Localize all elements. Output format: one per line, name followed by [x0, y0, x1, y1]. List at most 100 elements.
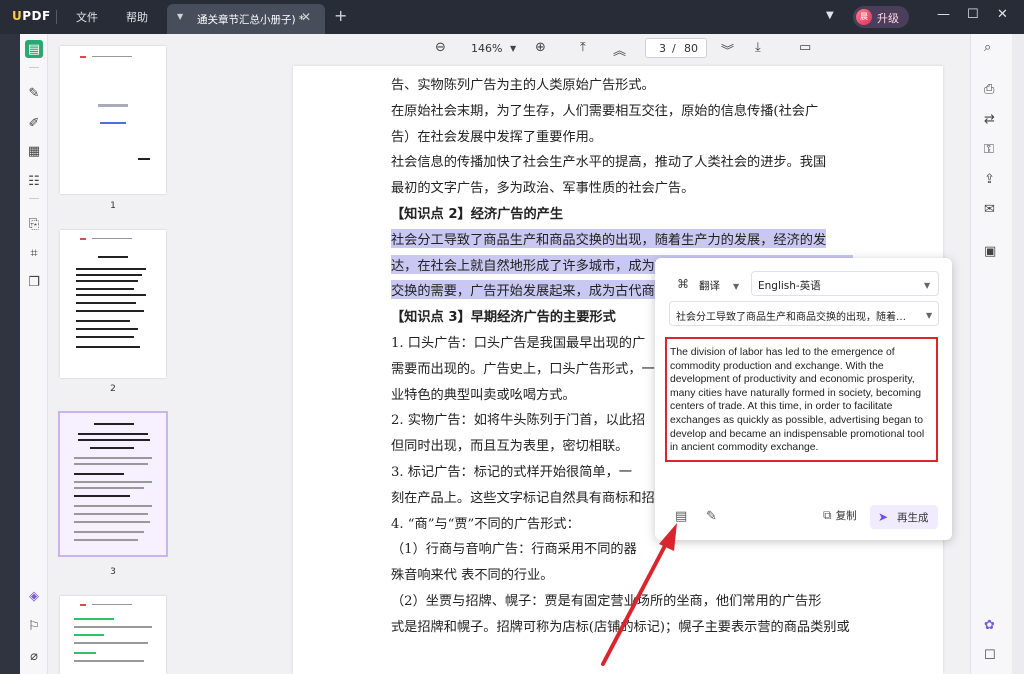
protect-file-icon[interactable]: ⚿: [984, 142, 994, 157]
avatar: 晨: [856, 9, 872, 25]
document-text-line: 业特色的典型叫卖或吆喝方式。: [391, 387, 576, 403]
regenerate-label: 再生成: [897, 512, 929, 524]
document-text-line: 4. “商”与“贾”不同的广告形式：: [391, 516, 580, 532]
chevron-down-icon: ▼: [926, 311, 933, 320]
menu-help[interactable]: 帮助: [126, 9, 148, 25]
prev-page-icon[interactable]: ︽: [613, 40, 626, 59]
menu-file[interactable]: 文件: [76, 9, 98, 25]
document-text-line: 社会信息的传播加快了社会生产水平的提高，推动了人类社会的进步。我国: [391, 155, 827, 171]
page-number-input[interactable]: 3 / 80: [645, 38, 707, 58]
document-text-line: 但同时出现，而且互为表里，密切相联。: [391, 439, 629, 455]
zoom-dropdown-icon[interactable]: ▼: [510, 44, 516, 53]
page-thumbnail[interactable]: [60, 46, 166, 194]
app-logo: UPDF: [12, 9, 51, 23]
thumbnail-label: 3: [110, 567, 116, 577]
page-thumbnail-active[interactable]: [58, 411, 168, 557]
send-icon: ➤: [878, 510, 889, 524]
copy-button[interactable]: ⧉ 复制: [823, 508, 857, 526]
title-bar: UPDF 文件 帮助 ▼ 通关章节汇总小册子) * ✕ + ▼ 晨 升级 — ☐…: [0, 0, 1024, 34]
minimize-icon[interactable]: —: [937, 7, 950, 22]
next-page-icon[interactable]: ︾: [721, 40, 734, 59]
translate-popup: ⌘ 翻译 ▼ English-英语 ▼ 社会分工导致了商品生产和商品交换的出现，…: [655, 258, 952, 540]
translation-result: The division of labor has led to the eme…: [665, 337, 938, 462]
zoom-in-icon[interactable]: ⊕: [535, 40, 546, 55]
email-icon[interactable]: ✉: [984, 202, 995, 217]
document-text-line: 殊音响来代 表不同的行业。: [391, 568, 554, 584]
presentation-icon[interactable]: ▭: [799, 40, 811, 55]
ocr-icon[interactable]: ⎙: [984, 82, 994, 97]
organize-icon[interactable]: ▦: [25, 142, 43, 160]
feedback-icon[interactable]: ☐: [984, 648, 996, 663]
maximize-icon[interactable]: ☐: [967, 7, 979, 22]
document-text-line: 在原始社会末期，为了生存，人们需要相互交往，原始的信息传播(社会广: [391, 103, 819, 119]
document-text-line: 社会分工导致了商品生产和商品交换的出现，随着生产力的发展，经济的发: [391, 228, 827, 248]
zoom-out-icon[interactable]: ⊖: [435, 40, 446, 55]
share-icon[interactable]: ⇪: [984, 172, 995, 187]
last-page-icon[interactable]: ⤓: [755, 40, 761, 55]
document-toolbar: ⊖ 146% ▼ ⊕ ⤒ ︽ 3 / 80 ︾ ⤓ ▭: [278, 34, 970, 64]
document-text-line: 式是招牌和幌子。招牌可称为店标(店铺的标记)；幌子主要表示营的商品类别或: [391, 619, 850, 635]
highlight-icon[interactable]: ✎: [706, 509, 717, 524]
zoom-level[interactable]: 146%: [471, 42, 502, 55]
thumbnail-label: 1: [110, 201, 116, 211]
page-separator: /: [672, 42, 676, 55]
close-tab-icon[interactable]: ✕: [301, 10, 311, 24]
tab-dropdown-icon[interactable]: ▼: [177, 12, 183, 21]
layers-icon[interactable]: ◈: [25, 587, 43, 605]
reader-mode-icon[interactable]: ▤: [25, 40, 43, 58]
tab-title: 通关章节汇总小册子) *: [197, 14, 305, 26]
bookmark-icon[interactable]: ⚐: [25, 617, 43, 635]
right-toolbar: ⌕ ⎙ ⇄ ⚿ ⇪ ✉ ▣ ✿ ☐: [970, 34, 1012, 674]
document-tab[interactable]: ▼ 通关章节汇总小册子) * ✕: [167, 4, 325, 34]
document-text-line: 1. 口头广告：口头广告是我国最早出现的广: [391, 336, 646, 351]
ai-icon[interactable]: ✿: [984, 618, 995, 633]
close-window-icon[interactable]: ✕: [997, 7, 1008, 22]
copy-label: 复制: [835, 510, 857, 522]
title-divider: [56, 10, 57, 24]
attachment-icon[interactable]: ⌀: [25, 647, 43, 665]
upgrade-button[interactable]: 晨 升级: [853, 6, 909, 28]
upgrade-label: 升级: [877, 12, 899, 25]
edit-icon[interactable]: ✐: [25, 114, 43, 132]
stamp-icon[interactable]: ❐: [25, 273, 43, 291]
source-text: 社会分工导致了商品生产和商品交换的出现，随着生...: [676, 312, 906, 323]
source-text-select[interactable]: 社会分工导致了商品生产和商品交换的出现，随着生... ▼: [669, 301, 939, 326]
section-heading: 【知识点 3】早期经济广告的主要形式: [391, 310, 616, 326]
current-page: 3: [659, 42, 666, 55]
chevron-down-icon[interactable]: ▼: [826, 10, 834, 21]
form-icon[interactable]: ☷: [25, 172, 43, 190]
language-select[interactable]: English-英语 ▼: [751, 271, 939, 296]
page-thumbnail[interactable]: [60, 230, 166, 378]
copy-icon: ⧉: [823, 508, 832, 522]
search-icon[interactable]: ⌕: [984, 40, 991, 55]
save-icon[interactable]: ▣: [984, 244, 996, 259]
tool-divider: [29, 67, 39, 68]
tool-divider: [29, 198, 39, 199]
document-text-line: （1）行商与音响广告：行商采用不同的器: [391, 542, 637, 558]
protect-icon[interactable]: ⎘: [25, 215, 43, 233]
mode-select[interactable]: 翻译: [699, 278, 720, 293]
document-text-line: 需要而出现的。广告史上，口头广告形式，一直: [391, 361, 668, 377]
document-text-line: （2）坐贾与招牌、幌子：贾是有固定营业场所的坐商，他们常用的广告形: [391, 594, 822, 609]
document-text-line: 刻在产品上。这些文字标记自然具有商标和招: [391, 490, 655, 506]
left-toolbar: ▤ ✎ ✐ ▦ ☷ ⎘ ⌗ ❐ ◈ ⚐ ⌀: [20, 34, 48, 674]
document-text-line: 告）在社会发展中发挥了重要作用。: [391, 129, 602, 145]
crop-icon[interactable]: ⌗: [25, 244, 43, 262]
document-text-line: 2. 实物广告：如将牛头陈列于门首，以此招: [391, 413, 646, 429]
document-text-line: 告、实物陈列广告为主的人类原始广告形式。: [391, 78, 655, 93]
regenerate-button[interactable]: ➤ 再生成: [870, 505, 938, 529]
new-tab-icon[interactable]: +: [334, 6, 347, 25]
chevron-down-icon[interactable]: ▼: [733, 282, 739, 291]
first-page-icon[interactable]: ⤒: [580, 40, 586, 55]
convert-icon[interactable]: ⇄: [984, 112, 995, 127]
left-rail: [0, 34, 20, 674]
language-value: English-英语: [758, 280, 821, 292]
chevron-down-icon: ▼: [924, 281, 931, 290]
scrollbar[interactable]: [1012, 34, 1024, 674]
page-thumbnail[interactable]: [60, 596, 166, 674]
add-comment-icon[interactable]: ▤: [675, 509, 687, 524]
comment-icon[interactable]: ✎: [25, 84, 43, 102]
total-pages: 80: [684, 42, 698, 55]
translate-icon: ⌘: [677, 277, 689, 291]
section-heading: 【知识点 2】经济广告的产生: [391, 207, 564, 222]
